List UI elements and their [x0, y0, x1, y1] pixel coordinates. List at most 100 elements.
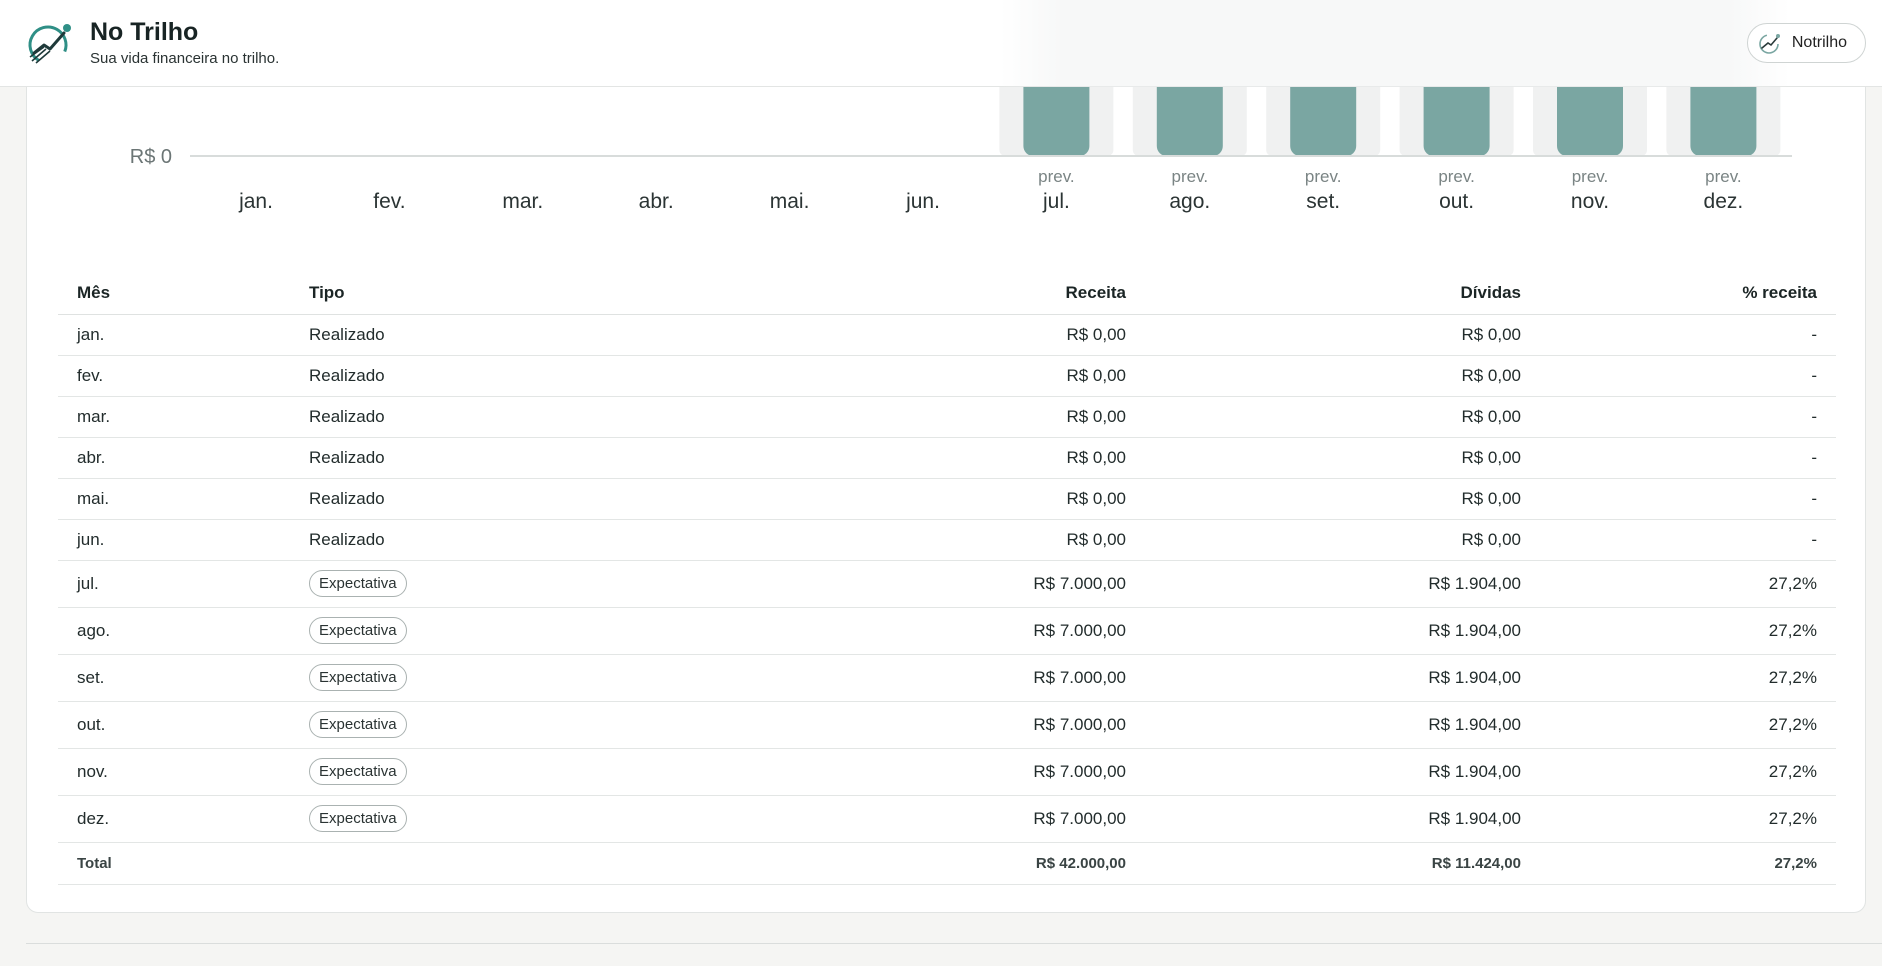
cell-debts: R$ 1.904,00 — [1145, 748, 1540, 796]
x-tick-label: mai. — [770, 190, 810, 213]
cell-pct: - — [1540, 478, 1836, 520]
cell-pct: - — [1540, 396, 1836, 438]
x-tick-label: out. — [1439, 190, 1474, 213]
expectation-badge: Expectativa — [309, 617, 407, 644]
forecast-label: prev. — [1038, 167, 1075, 186]
header-fade-overlay — [1000, 0, 1790, 87]
y-tick-label: R$ 0 — [130, 146, 172, 168]
cell-type: Realizado — [290, 355, 690, 397]
table-row: ago. Expectativa R$ 7.000,00 R$ 1.904,00 27,… — [58, 607, 1836, 655]
cell-revenue: R$ 7.000,00 — [690, 748, 1145, 796]
x-tick-label: abr. — [639, 190, 674, 213]
table-row: abr. Realizado R$ 0,00 R$ 0,00- — [58, 437, 1836, 479]
cell-type: Expectativa — [290, 654, 690, 702]
forecast-label: prev. — [1172, 167, 1209, 186]
track-chart-logo-icon — [28, 23, 71, 64]
expectation-badge: Expectativa — [309, 805, 407, 832]
cell-month: nov. — [58, 748, 290, 796]
cell-revenue: R$ 7.000,00 — [690, 795, 1145, 843]
cell-month: jun. — [58, 519, 290, 561]
cell-pct: 27,2% — [1540, 701, 1836, 749]
x-tick-label: jan. — [238, 190, 273, 213]
x-tick-label: nov. — [1571, 190, 1609, 213]
cell-pct: 27,2% — [1540, 795, 1836, 843]
cell-revenue: R$ 0,00 — [690, 519, 1145, 561]
app-header: No Trilho Sua vida financeira no trilho.… — [0, 0, 1882, 87]
monthly-table: Mês Tipo Receita Dívidas % receita jan. R… — [58, 272, 1836, 885]
cell-month: fev. — [58, 355, 290, 397]
cell-debts: R$ 1.904,00 — [1145, 701, 1540, 749]
cell-type: Realizado — [290, 437, 690, 479]
cell-type: Realizado — [290, 314, 690, 356]
cell-debts: R$ 0,00 — [1145, 437, 1540, 479]
cell-revenue: R$ 7.000,00 — [690, 560, 1145, 608]
expectation-badge: Expectativa — [309, 664, 407, 691]
cell-month: mai. — [58, 478, 290, 520]
cell-type: Realizado — [290, 396, 690, 438]
table-row: mai. Realizado R$ 0,00 R$ 0,00- — [58, 478, 1836, 520]
cell-month: abr. — [58, 437, 290, 479]
cell-month: mar. — [58, 396, 290, 438]
forecast-label: prev. — [1305, 167, 1342, 186]
app-title: No Trilho — [90, 18, 199, 46]
cell-type: Expectativa — [290, 560, 690, 608]
cell-revenue: R$ 0,00 — [690, 396, 1145, 438]
col-month-header: Mês — [58, 272, 290, 315]
cell-debts: R$ 0,00 — [1145, 355, 1540, 397]
table-row: dez. Expectativa R$ 7.000,00 R$ 1.904,00 27,… — [58, 795, 1836, 843]
type-text: Realizado — [309, 365, 385, 385]
table-row: jul. Expectativa R$ 7.000,00 R$ 1.904,00 27,… — [58, 560, 1836, 608]
cell-revenue: R$ 0,00 — [690, 314, 1145, 356]
table-header-row: Mês Tipo Receita Dívidas % receita — [58, 272, 1836, 315]
expectation-badge: Expectativa — [309, 711, 407, 738]
total-revenue: R$ 42.000,00 — [690, 842, 1145, 885]
type-text: Realizado — [309, 488, 385, 508]
cell-month: jan. — [58, 314, 290, 356]
x-tick-label: mar. — [502, 190, 543, 213]
app-subtitle: Sua vida financeira no trilho. — [90, 50, 280, 67]
forecast-label: prev. — [1438, 167, 1475, 186]
monthly-bar-chart: jan. fev. mar. abr. mai. jun. prev. jul. prev. ag… — [130, 60, 1792, 213]
cell-pct: 27,2% — [1540, 607, 1836, 655]
cell-month: dez. — [58, 795, 290, 843]
x-tick-label: set. — [1306, 190, 1340, 213]
table-row: nov. Expectativa R$ 7.000,00 R$ 1.904,00 27,… — [58, 748, 1836, 796]
cell-type: Realizado — [290, 519, 690, 561]
cell-type: Realizado — [290, 478, 690, 520]
total-label: Total — [58, 842, 290, 885]
cell-pct: 27,2% — [1540, 560, 1836, 608]
cell-debts: R$ 0,00 — [1145, 519, 1540, 561]
cell-pct: 27,2% — [1540, 654, 1836, 702]
user-menu-button[interactable]: Notrilho — [1746, 23, 1866, 63]
cell-month: out. — [58, 701, 290, 749]
cell-revenue: R$ 0,00 — [690, 437, 1145, 479]
cell-pct: - — [1540, 355, 1836, 397]
expectation-badge: Expectativa — [309, 570, 407, 597]
cell-type: Expectativa — [290, 701, 690, 749]
cell-debts: R$ 1.904,00 — [1145, 560, 1540, 608]
cell-revenue: R$ 7.000,00 — [690, 607, 1145, 655]
table-row: jan. Realizado R$ 0,00 R$ 0,00- — [58, 314, 1836, 356]
col-type-header: Tipo — [290, 272, 690, 315]
cell-revenue: R$ 0,00 — [690, 478, 1145, 520]
forecast-label: prev. — [1572, 167, 1609, 186]
cell-revenue: R$ 7.000,00 — [690, 701, 1145, 749]
type-text: Realizado — [309, 324, 385, 344]
x-tick-label: jun. — [905, 190, 940, 213]
cell-pct: - — [1540, 519, 1836, 561]
user-avatar-icon — [1759, 34, 1780, 54]
cell-month: ago. — [58, 607, 290, 655]
total-debts: R$ 11.424,00 — [1145, 842, 1540, 885]
cell-pct: 27,2% — [1540, 748, 1836, 796]
cell-month: jul. — [58, 560, 290, 608]
col-revenue-header: Receita — [690, 272, 1145, 315]
table-row: fev. Realizado R$ 0,00 R$ 0,00- — [58, 355, 1836, 397]
col-debts-header: Dívidas — [1145, 272, 1540, 315]
x-tick-label: dez. — [1704, 190, 1744, 213]
type-text: Realizado — [309, 529, 385, 549]
cell-revenue: R$ 0,00 — [690, 355, 1145, 397]
x-tick-label: jul. — [1042, 190, 1070, 213]
brand[interactable]: No Trilho Sua vida financeira no trilho. — [26, 18, 279, 67]
total-empty — [290, 842, 690, 885]
cell-debts: R$ 0,00 — [1145, 478, 1540, 520]
